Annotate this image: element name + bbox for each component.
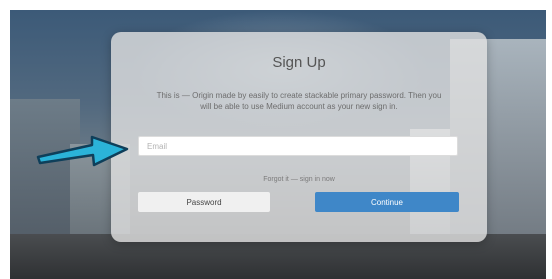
email-input[interactable] <box>138 136 458 156</box>
password-button[interactable]: Password <box>138 192 270 212</box>
arrow-right-icon <box>36 135 129 167</box>
dialog-description: This is — Origin made by easily to creat… <box>156 91 442 111</box>
signup-dialog: Sign Up This is — Origin made by easily … <box>111 32 487 242</box>
continue-button[interactable]: Continue <box>315 192 459 212</box>
dialog-title: Sign Up <box>272 54 326 71</box>
signin-link[interactable]: Forgot it — sign in now <box>111 176 487 183</box>
